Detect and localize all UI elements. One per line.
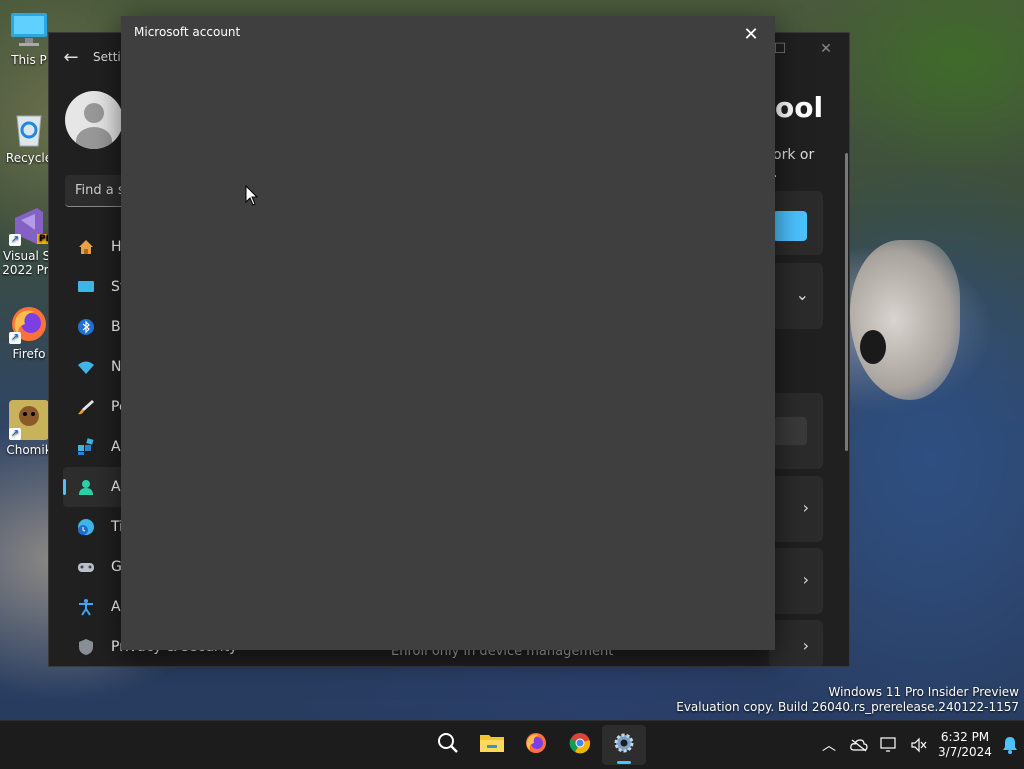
link-card-3[interactable]: ›	[769, 620, 823, 666]
home-icon	[75, 236, 97, 258]
accessibility-icon	[75, 596, 97, 618]
taskbar-file-explorer-button[interactable]	[470, 725, 514, 765]
network-icon	[75, 356, 97, 378]
network-status-icon[interactable]	[874, 725, 904, 765]
shortcut-arrow-icon: ↗	[9, 234, 21, 246]
microsoft-account-dialog: Microsoft account ✕	[121, 16, 775, 650]
privacy-shield-icon	[75, 636, 97, 658]
clock[interactable]: 6:32 PM 3/7/2024	[934, 730, 996, 760]
page-description-line1: ork or	[773, 147, 815, 163]
link-card-1[interactable]: ›	[769, 476, 823, 542]
shortcut-arrow-icon: ↗	[9, 332, 21, 344]
notification-bell-icon[interactable]	[996, 725, 1024, 765]
taskbar: ︿ 6:32 PM 3/7/2024	[0, 720, 1024, 769]
chevron-down-icon: ⌄	[795, 285, 809, 304]
bluetooth-icon	[75, 316, 97, 338]
back-button[interactable]: ←	[49, 37, 93, 77]
avatar-body	[76, 127, 112, 149]
taskbar-settings-button[interactable]	[602, 725, 646, 765]
visual-studio-icon: ↗ PI	[9, 206, 51, 246]
folder-icon	[479, 731, 505, 759]
connect-button[interactable]	[773, 211, 807, 241]
volume-muted-icon[interactable]	[904, 725, 934, 765]
chrome-icon	[568, 731, 592, 759]
chomikbox-icon: ↗	[9, 400, 49, 440]
gear-icon	[612, 731, 636, 759]
gaming-icon	[75, 556, 97, 578]
build-watermark: Windows 11 Pro Insider Preview Evaluatio…	[676, 685, 1019, 715]
watermark-line1: Windows 11 Pro Insider Preview	[828, 685, 1019, 699]
time-language-icon	[75, 516, 97, 538]
recycle-bin-icon	[9, 108, 49, 148]
system-tray: ︿ 6:32 PM 3/7/2024	[814, 721, 1024, 769]
chevron-up-icon: ︿	[822, 738, 836, 754]
maximize-icon: ☐	[773, 41, 787, 57]
back-arrow-icon: ←	[63, 46, 79, 68]
avatar-head	[84, 103, 104, 123]
chevron-right-icon: ›	[802, 570, 809, 589]
clock-date: 3/7/2024	[938, 745, 992, 759]
shortcut-arrow-icon: ↗	[9, 428, 21, 440]
settings-app-title: Setti	[93, 50, 121, 64]
chevron-right-icon: ›	[802, 498, 809, 517]
wallpaper-animal-face	[850, 240, 960, 400]
onedrive-icon[interactable]	[844, 725, 874, 765]
taskbar-firefox-button[interactable]	[514, 725, 558, 765]
apps-icon	[75, 436, 97, 458]
show-hidden-icons-button[interactable]: ︿	[814, 725, 844, 765]
expandable-card[interactable]: ⌄	[769, 263, 823, 329]
system-icon	[75, 276, 97, 298]
wallpaper-animal-eye	[860, 330, 886, 364]
related-card-button[interactable]	[773, 417, 807, 445]
page-description: ork or .	[773, 146, 849, 182]
taskbar-apps	[426, 725, 646, 765]
scrollbar[interactable]	[845, 153, 848, 451]
dialog-title: Microsoft account	[134, 25, 241, 39]
personalization-icon	[75, 396, 97, 418]
accounts-icon	[75, 476, 97, 498]
dialog-close-button[interactable]: ✕	[733, 19, 769, 49]
link-card-2[interactable]: ›	[769, 548, 823, 614]
taskbar-chrome-button[interactable]	[558, 725, 602, 765]
close-icon: ✕	[820, 41, 832, 57]
taskbar-search-button[interactable]	[426, 725, 470, 765]
watermark-line2: Evaluation copy. Build 26040.rs_prerelea…	[676, 700, 1019, 714]
monitor-icon	[9, 10, 49, 50]
close-window-button[interactable]: ✕	[803, 33, 849, 65]
chevron-right-icon: ›	[802, 636, 809, 655]
clock-time: 6:32 PM	[940, 730, 990, 744]
firefox-icon	[524, 731, 548, 759]
search-icon	[436, 731, 460, 759]
close-icon: ✕	[743, 23, 759, 45]
page-title: ool	[775, 91, 824, 124]
avatar	[65, 91, 123, 149]
firefox-icon: ↗	[9, 304, 49, 344]
